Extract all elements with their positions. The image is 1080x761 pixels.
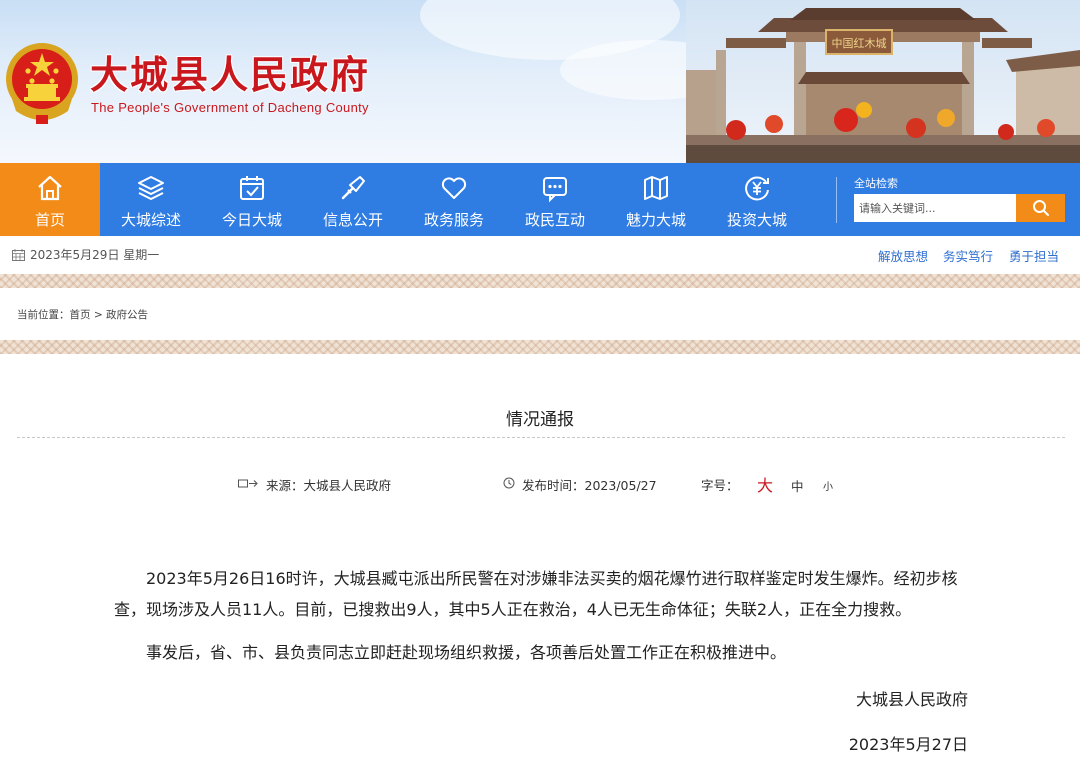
nav-item-invest[interactable]: 投资大城 [707, 163, 807, 236]
nav-item-label: 首页 [34, 211, 65, 229]
breadcrumb-prefix: 当前位置： [17, 309, 70, 321]
share-source-icon [238, 479, 258, 488]
source-value: 大城县人民政府 [303, 478, 392, 493]
time-value: 2023/05/27 [584, 478, 657, 493]
decorative-pattern-strip [0, 274, 1080, 288]
breadcrumb-home-link[interactable]: 首页 [70, 309, 91, 321]
font-size-large-button[interactable]: 大 [757, 472, 773, 496]
map-icon [644, 176, 668, 200]
site-title: 大城县人民政府 [90, 53, 371, 97]
slogan-link-2[interactable]: 务实笃行 [943, 246, 993, 265]
home-icon [38, 175, 62, 201]
gate-plaque-text: 中国红木城 [832, 37, 887, 50]
article-title: 情况通报 [506, 410, 574, 430]
breadcrumb-current-link[interactable]: 政府公告 [106, 309, 148, 321]
search-title: 全站检索 [854, 177, 898, 190]
layers-icon [138, 176, 164, 200]
current-date: 2023年5月29日 星期一 [30, 248, 160, 262]
source-label: 来源： [266, 478, 304, 493]
nav-item-label: 今日大城 [221, 211, 282, 229]
nav-item-interaction[interactable]: 政民互动 [505, 163, 605, 236]
font-size-label: 字号： [701, 478, 739, 493]
article-paragraph-2: 事发后，省、市、县负责同志立即赶赴现场组织救援，各项善后处置工作正在积极推进中。 [146, 643, 787, 662]
nav-divider [836, 177, 837, 223]
site-subtitle: The People's Government of Dacheng Count… [91, 100, 369, 115]
article-sign-date: 2023年5月27日 [848, 735, 968, 754]
megaphone-icon [341, 176, 365, 200]
nav-item-label: 大城综述 [120, 211, 181, 229]
header-banner: 大城县人民政府 The People's Government of Dache… [0, 0, 1080, 163]
nav-item-gov-service[interactable]: 政务服务 [404, 163, 504, 236]
chat-icon [543, 177, 567, 203]
article-paragraph-1: 2023年5月26日16时许，大城县臧屯派出所民警在对涉嫌非法买卖的烟花爆竹进行… [114, 569, 958, 619]
title-divider [17, 437, 1065, 438]
nav-item-label: 信息公开 [322, 211, 383, 229]
nav-item-overview[interactable]: 大城综述 [101, 163, 201, 236]
search-icon [1033, 200, 1049, 216]
nav-item-label: 魅力大城 [625, 211, 686, 229]
search-button[interactable] [1016, 194, 1065, 222]
nav-item-label: 投资大城 [726, 211, 787, 229]
decorative-pattern-strip [0, 340, 1080, 354]
national-emblem-icon [6, 43, 78, 124]
font-size-small-button[interactable]: 小 [823, 478, 833, 493]
breadcrumb-separator: > [90, 309, 106, 321]
nav-item-home[interactable]: 首页 [0, 163, 100, 236]
slogan-link-1[interactable]: 解放思想 [878, 246, 928, 265]
calendar-icon [240, 176, 264, 200]
article-publish-time: 发布时间：2023/05/27 [522, 475, 657, 494]
yuan-icon [745, 176, 769, 201]
time-label: 发布时间： [522, 478, 585, 493]
font-size-medium-button[interactable]: 中 [791, 476, 804, 495]
slogan-link-3[interactable]: 勇于担当 [1009, 246, 1059, 265]
nav-item-charm[interactable]: 魅力大城 [606, 163, 706, 236]
nav-item-label: 政务服务 [423, 211, 484, 229]
nav-item-today[interactable]: 今日大城 [202, 163, 302, 236]
city-gate-illustration: 中国红木城 [686, 0, 1080, 163]
heart-icon [441, 177, 467, 199]
article-source: 来源：大城县人民政府 [266, 475, 391, 494]
breadcrumb: 当前位置：首页 > 政府公告 [17, 307, 148, 322]
search-input[interactable] [854, 194, 1016, 222]
calendar-small-icon [12, 249, 25, 261]
clock-icon [503, 477, 515, 489]
article-signature: 大城县人民政府 [855, 690, 968, 709]
nav-item-label: 政民互动 [524, 211, 585, 229]
nav-item-info-disclosure[interactable]: 信息公开 [303, 163, 403, 236]
